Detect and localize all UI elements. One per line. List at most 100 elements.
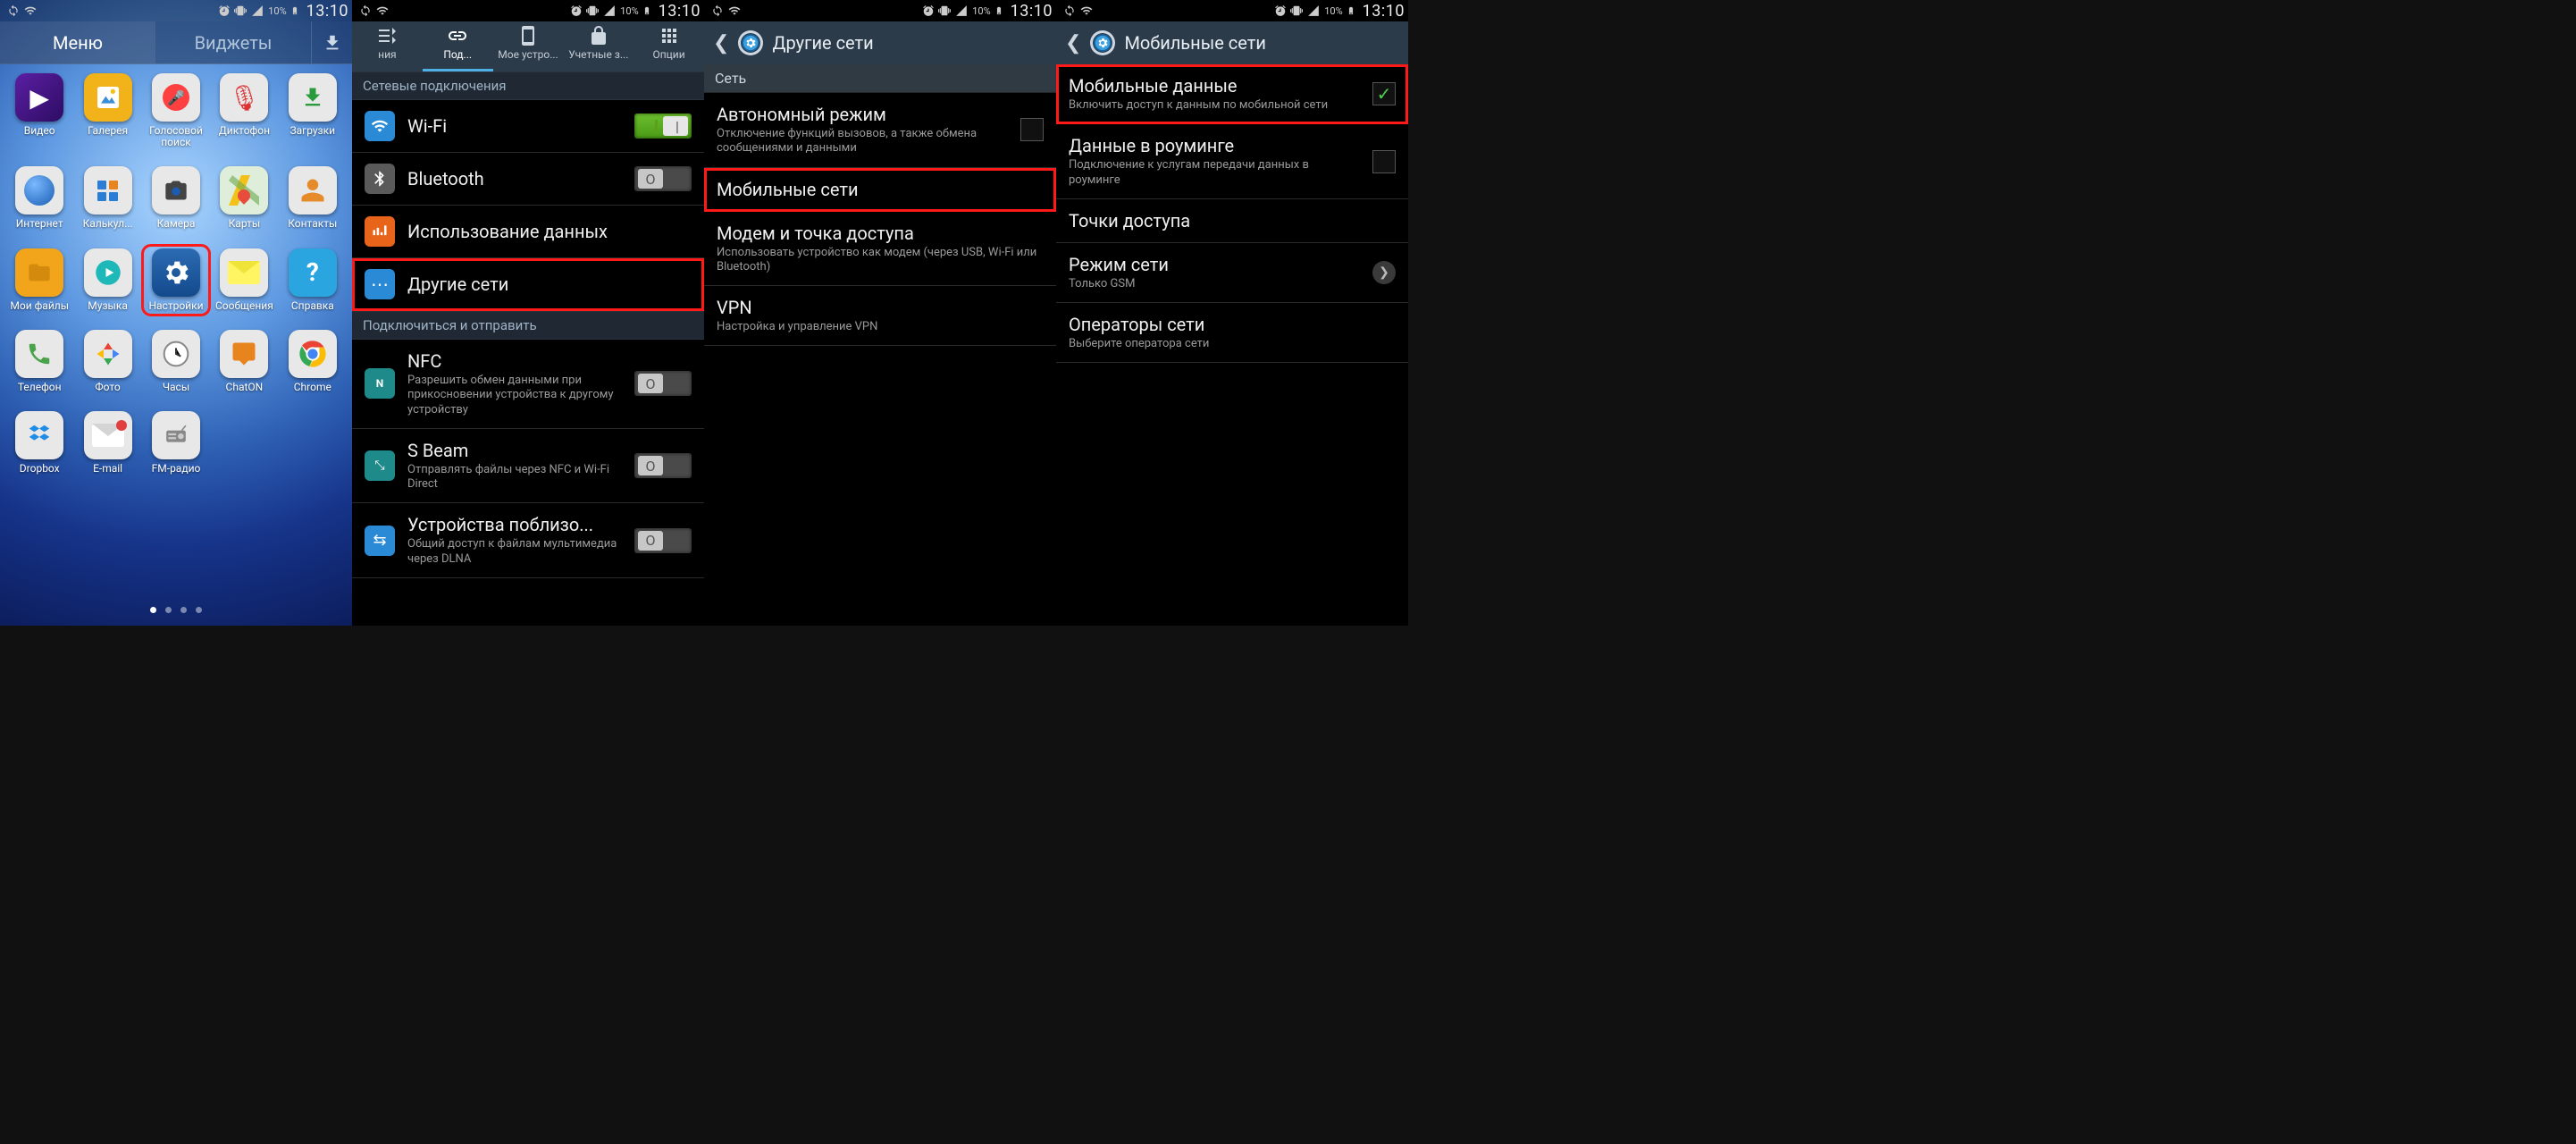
row-apn[interactable]: Точки доступа bbox=[1056, 199, 1408, 243]
app-chrome[interactable]: Chrome bbox=[282, 330, 343, 393]
google-sync-icon bbox=[359, 4, 372, 17]
row-title: Bluetooth bbox=[407, 168, 622, 189]
settings-tab-connections-left[interactable]: ния bbox=[352, 21, 423, 72]
app-radio[interactable]: FM-радио bbox=[146, 411, 206, 475]
settings-list-1: Wi-Fi | Bluetooth O Использование данных⋯Др… bbox=[352, 100, 704, 311]
row-operators[interactable]: Операторы сетиВыберите оператора сети bbox=[1056, 303, 1408, 363]
row-title: S Beam bbox=[407, 440, 622, 461]
settings-tab-accounts[interactable]: Учетные з... bbox=[563, 21, 634, 72]
row-nfc[interactable]: NNFCРазрешить обмен данными при прикосно… bbox=[352, 340, 704, 429]
signal-status-icon bbox=[602, 4, 617, 17]
app-music[interactable]: Музыка bbox=[77, 248, 138, 312]
row-bt[interactable]: Bluetooth O bbox=[352, 153, 704, 206]
status-bar: 10% 13:10 bbox=[704, 0, 1056, 21]
app-label: Музыка bbox=[88, 300, 128, 312]
vibrate-status-icon bbox=[234, 4, 247, 17]
row-sbeam[interactable]: ⤡S BeamОтправлять файлы через NFC и Wi-F… bbox=[352, 429, 704, 504]
row-tether[interactable]: Модем и точка доступаИспользовать устрой… bbox=[704, 212, 1056, 287]
app-gallery[interactable]: Галерея bbox=[77, 73, 138, 148]
settings-tab-connections[interactable]: Под... bbox=[423, 21, 493, 72]
app-label: Калькул... bbox=[83, 218, 133, 230]
app-files[interactable]: Мои файлы bbox=[9, 248, 70, 312]
status-bar: 10% 13:10 bbox=[352, 0, 704, 21]
toggle-switch[interactable]: | bbox=[634, 114, 692, 139]
app-label: Фото bbox=[95, 382, 120, 393]
checkbox[interactable] bbox=[1020, 118, 1044, 141]
back-button[interactable]: ❮ bbox=[1065, 32, 1081, 55]
download-apps-button[interactable] bbox=[311, 21, 352, 63]
page-dot-3[interactable] bbox=[180, 607, 187, 613]
row-mobilenets[interactable]: Мобильные сети bbox=[704, 168, 1056, 212]
row-mdata[interactable]: Мобильные данныеВключить доступ к данным… bbox=[1056, 64, 1408, 124]
settings-gear-icon bbox=[738, 30, 763, 55]
tab-menu[interactable]: Меню bbox=[0, 21, 155, 63]
app-settings[interactable]: Настройки bbox=[146, 248, 206, 312]
app-calc[interactable]: Калькул... bbox=[77, 166, 138, 230]
app-chaton[interactable]: ChatON bbox=[214, 330, 274, 393]
app-label: Галерея bbox=[88, 125, 128, 137]
app-downloads[interactable]: Загрузки bbox=[282, 73, 343, 148]
app-help[interactable]: ?Справка bbox=[282, 248, 343, 312]
tab-widgets[interactable]: Виджеты bbox=[155, 21, 311, 63]
page-dot-1[interactable] bbox=[150, 607, 156, 613]
app-contacts[interactable]: Контакты bbox=[282, 166, 343, 230]
status-clock: 13:10 bbox=[1007, 2, 1053, 21]
wifi-status-icon bbox=[727, 4, 742, 17]
app-voice[interactable]: 🎤Голосовой поиск bbox=[146, 73, 206, 148]
settings-tab-bar: ния Под... Мое устро... Учетные з... Опц… bbox=[352, 21, 704, 72]
row-airplane[interactable]: Автономный режимОтключение функций вызов… bbox=[704, 93, 1056, 168]
row-title: Точки доступа bbox=[1069, 210, 1396, 231]
toggle-switch[interactable]: O bbox=[634, 453, 692, 478]
app-label: FM-радио bbox=[152, 463, 201, 475]
app-camera[interactable]: Камера bbox=[146, 166, 206, 230]
app-label: Сообщения bbox=[215, 300, 273, 312]
pager-dots bbox=[0, 607, 352, 613]
app-label: Контакты bbox=[288, 218, 337, 230]
app-recorder[interactable]: 🎙Диктофон bbox=[214, 73, 274, 148]
app-photos[interactable]: Фото bbox=[77, 330, 138, 393]
phone-icon bbox=[15, 330, 63, 378]
row-more[interactable]: ⋯Другие сети bbox=[352, 258, 704, 311]
app-label: Видео bbox=[24, 125, 55, 137]
status-clock: 13:10 bbox=[1359, 2, 1405, 21]
page-dot-2[interactable] bbox=[165, 607, 172, 613]
row-nearby[interactable]: ⇆Устройства поблизо...Общий доступ к фай… bbox=[352, 503, 704, 578]
app-messages[interactable]: Сообщения bbox=[214, 248, 274, 312]
settings-tab-device[interactable]: Мое устро... bbox=[493, 21, 564, 72]
checkbox[interactable] bbox=[1372, 150, 1396, 173]
row-roam[interactable]: Данные в роумингеПодключение к услугам п… bbox=[1056, 124, 1408, 199]
alarm-status-icon bbox=[1274, 4, 1287, 17]
app-video[interactable]: ▶ Видео bbox=[9, 73, 70, 148]
title-bar: ❮ Другие сети bbox=[704, 21, 1056, 64]
app-label: Справка bbox=[291, 300, 334, 312]
screen-title: Мобильные сети bbox=[1124, 32, 1266, 54]
chaton-icon bbox=[220, 330, 268, 378]
app-dropbox[interactable]: Dropbox bbox=[9, 411, 70, 475]
checkbox[interactable]: ✓ bbox=[1372, 82, 1396, 105]
app-phone[interactable]: Телефон bbox=[9, 330, 70, 393]
settings-tab-more[interactable]: Опции bbox=[634, 21, 704, 72]
app-label: E-mail bbox=[93, 463, 122, 475]
row-datausage[interactable]: Использование данных bbox=[352, 206, 704, 258]
page-dot-4[interactable] bbox=[196, 607, 202, 613]
downloads-icon bbox=[289, 73, 337, 122]
toggle-switch[interactable]: O bbox=[634, 166, 692, 191]
chrome-icon bbox=[289, 330, 337, 378]
status-clock: 13:10 bbox=[303, 2, 348, 21]
app-clock[interactable]: Часы bbox=[146, 330, 206, 393]
google-sync-icon bbox=[711, 4, 724, 17]
row-wifi[interactable]: Wi-Fi | bbox=[352, 100, 704, 153]
app-maps[interactable]: Карты bbox=[214, 166, 274, 230]
back-button[interactable]: ❮ bbox=[713, 32, 729, 55]
app-internet[interactable]: Интернет bbox=[9, 166, 70, 230]
battery-percent: 10% bbox=[1324, 5, 1342, 17]
files-icon bbox=[15, 248, 63, 297]
toggle-switch[interactable]: O bbox=[634, 528, 692, 553]
recorder-icon: 🎙 bbox=[220, 73, 268, 122]
row-netmode[interactable]: Режим сетиТолько GSM❯ bbox=[1056, 243, 1408, 303]
app-email[interactable]: E-mail bbox=[77, 411, 138, 475]
row-vpn[interactable]: VPNНастройка и управление VPN bbox=[704, 286, 1056, 346]
toggle-switch[interactable]: O bbox=[634, 371, 692, 396]
vibrate-status-icon bbox=[1290, 4, 1303, 17]
video-icon: ▶ bbox=[15, 73, 63, 122]
